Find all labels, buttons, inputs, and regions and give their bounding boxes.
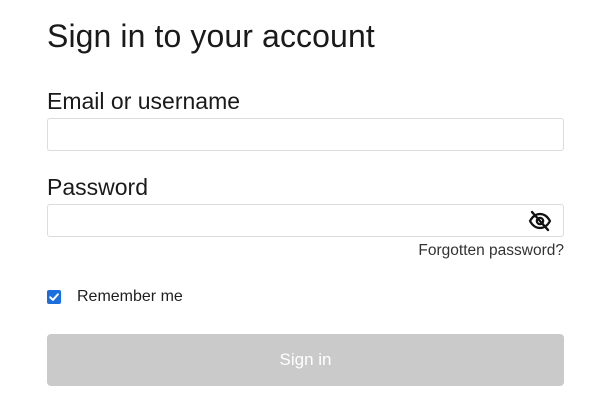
sign-in-page: Sign in to your account Email or usernam…: [0, 0, 597, 419]
remember-me-row: Remember me: [47, 288, 183, 306]
email-field[interactable]: [47, 118, 564, 151]
remember-me-label: Remember me: [77, 288, 183, 305]
email-label: Email or username: [47, 88, 241, 114]
sign-in-button[interactable]: Sign in: [47, 334, 564, 386]
remember-me-checkbox[interactable]: [47, 290, 61, 304]
forgotten-password-link[interactable]: Forgotten password?: [418, 242, 564, 260]
password-label: Password: [47, 174, 148, 200]
page-title: Sign in to your account: [47, 18, 375, 54]
password-field-wrapper: [47, 204, 564, 237]
password-field[interactable]: [47, 204, 564, 237]
eye-slash-icon[interactable]: [528, 210, 552, 232]
